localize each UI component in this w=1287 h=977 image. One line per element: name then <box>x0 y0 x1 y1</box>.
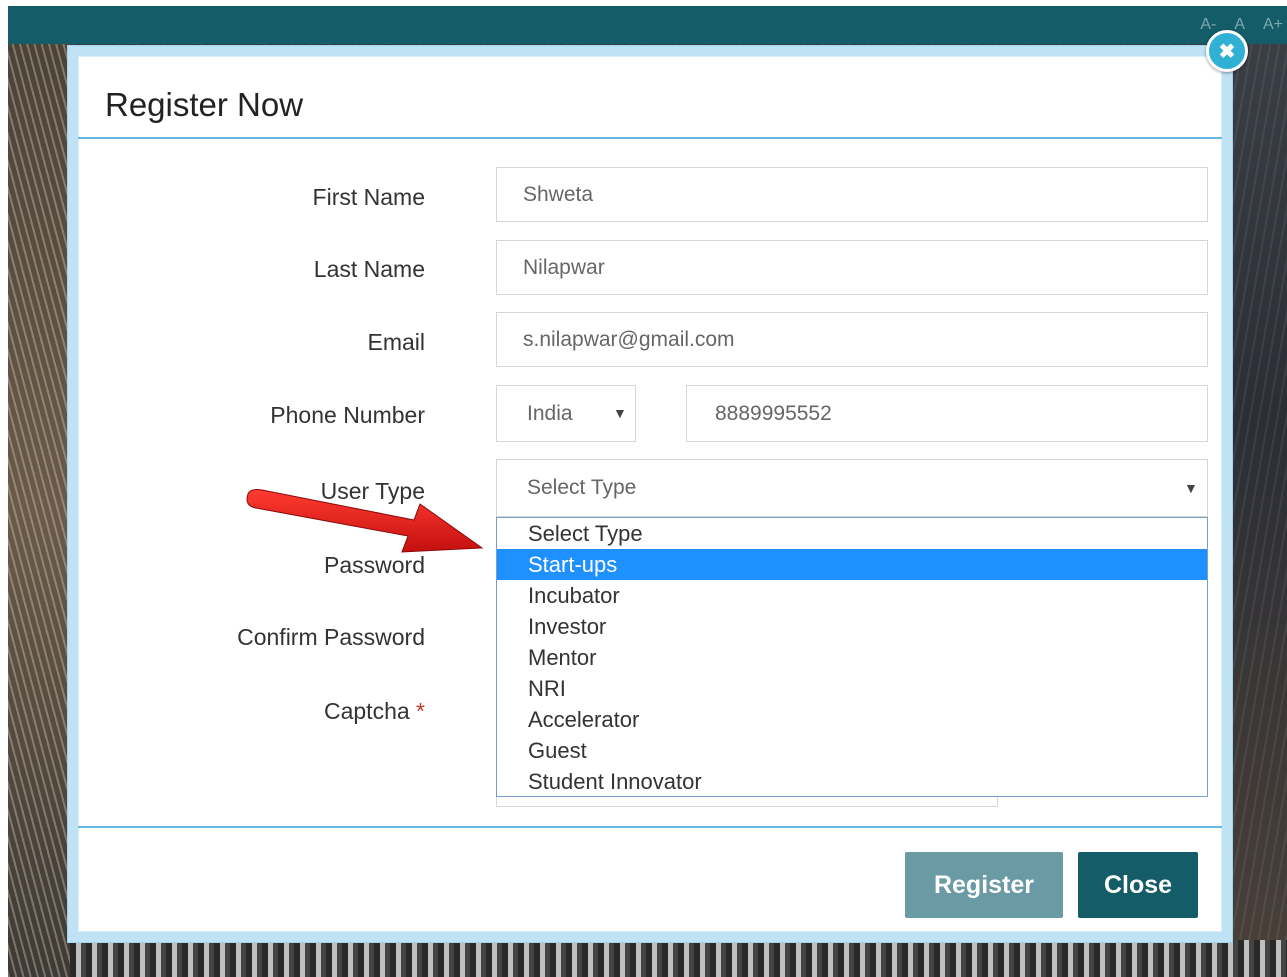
user-type-dropdown: Select Type Start-ups Incubator Investor… <box>496 517 1208 797</box>
dropdown-option[interactable]: Incubator <box>497 580 1207 611</box>
background-image-bottom <box>70 940 1287 977</box>
dropdown-option-highlighted[interactable]: Start-ups <box>497 549 1207 580</box>
country-select-value: India <box>527 401 573 425</box>
last-name-label: Last Name <box>313 256 425 282</box>
annotation-arrow-icon <box>246 489 484 553</box>
footer-divider <box>78 826 1222 828</box>
first-name-input[interactable]: Shweta <box>496 167 1208 222</box>
email-input[interactable]: s.nilapwar@gmail.com <box>496 312 1208 367</box>
first-name-label: First Name <box>312 184 425 210</box>
captcha-label: Captcha * <box>324 698 425 725</box>
dropdown-option[interactable]: Select Type <box>497 518 1207 549</box>
font-decrease-button[interactable]: A- <box>1200 16 1216 34</box>
modal-title: Register Now <box>105 86 304 123</box>
dropdown-option[interactable]: Mentor <box>497 642 1207 673</box>
dropdown-option[interactable]: NRI <box>497 673 1207 704</box>
font-size-controls: A- A A+ <box>1200 16 1287 34</box>
dropdown-option[interactable]: Accelerator <box>497 704 1207 735</box>
chevron-down-icon: ▼ <box>1184 480 1198 496</box>
country-select[interactable]: India ▼ <box>496 385 636 442</box>
email-label: Email <box>367 329 425 355</box>
register-button[interactable]: Register <box>905 852 1063 918</box>
captcha-input[interactable] <box>496 797 998 807</box>
chevron-down-icon: ▼ <box>613 405 627 421</box>
confirm-password-label: Confirm Password <box>237 624 425 650</box>
background-image-left <box>8 44 70 977</box>
close-button[interactable]: Close <box>1078 852 1198 918</box>
required-asterisk: * <box>416 698 425 724</box>
user-type-select-value: Select Type <box>527 476 637 499</box>
close-icon[interactable]: ✖ <box>1206 30 1248 72</box>
modal-header: Register Now <box>78 56 1222 139</box>
phone-number-label: Phone Number <box>270 402 425 428</box>
dropdown-option[interactable]: Student Innovator <box>497 766 1207 797</box>
user-type-select[interactable]: Select Type ▼ <box>496 459 1208 517</box>
captcha-label-text: Captcha <box>323 698 410 724</box>
last-name-input[interactable]: Nilapwar <box>496 240 1208 295</box>
dropdown-option[interactable]: Investor <box>497 611 1207 642</box>
font-increase-button[interactable]: A+ <box>1263 16 1283 34</box>
top-bar: A- A A+ <box>8 6 1287 44</box>
dropdown-option[interactable]: Guest <box>497 735 1207 766</box>
phone-number-input[interactable]: 8889995552 <box>686 385 1208 442</box>
